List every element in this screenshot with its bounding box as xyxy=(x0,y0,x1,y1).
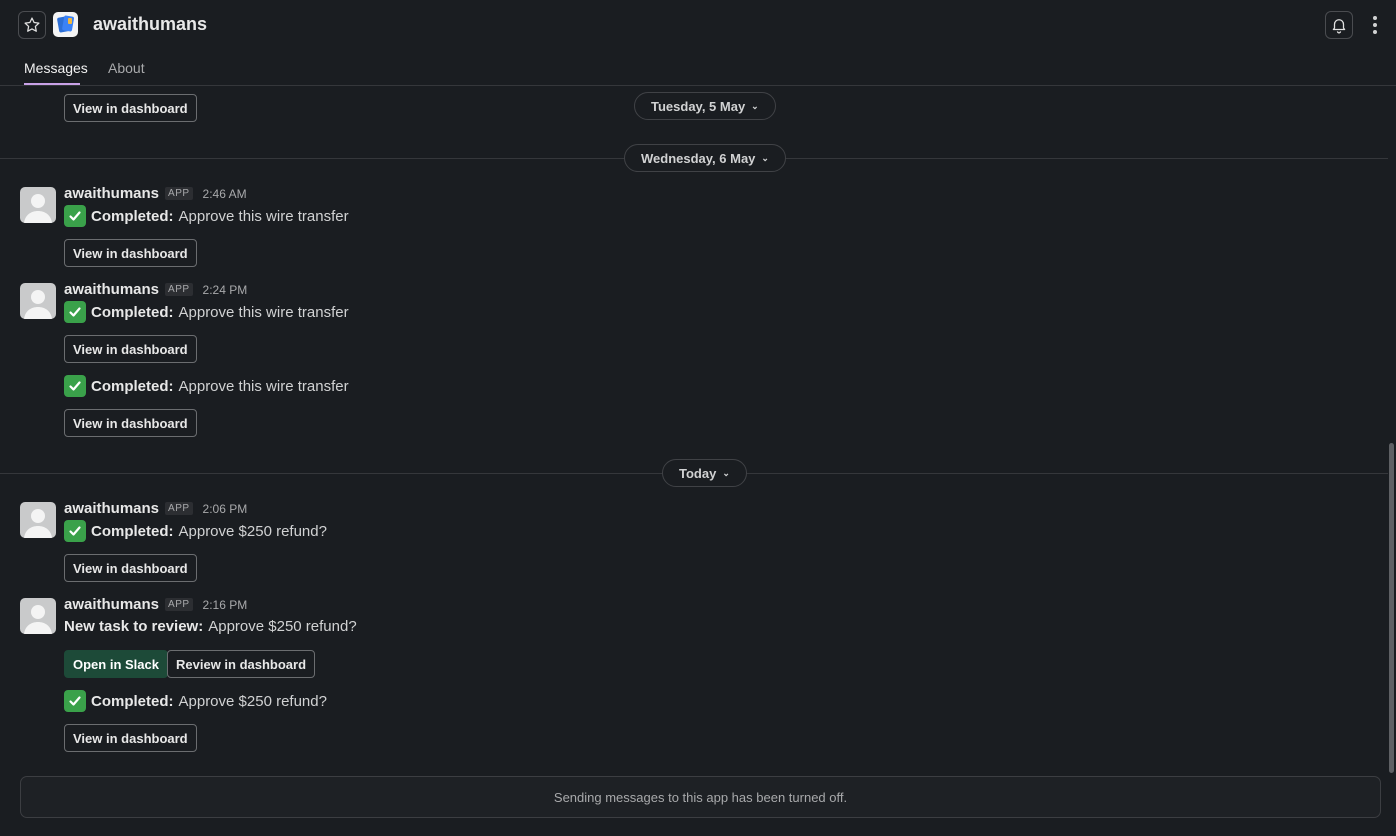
channel-header: awaithumans Messages About xyxy=(0,0,1396,86)
check-mark-icon xyxy=(64,301,86,323)
status-label: Completed: xyxy=(91,692,174,710)
app-logo xyxy=(53,12,78,37)
sender-name[interactable]: awaithumans xyxy=(64,281,159,298)
chevron-down-icon: ⌄ xyxy=(751,100,759,111)
bell-icon[interactable] xyxy=(1325,11,1353,39)
app-badge: APP xyxy=(165,598,193,611)
timestamp[interactable]: 2:46 AM xyxy=(203,187,247,201)
task-title: Approve this wire transfer xyxy=(178,303,349,321)
date-label: Tuesday, 5 May xyxy=(651,98,746,114)
message-header: awaithumans APP 2:06 PM xyxy=(64,500,247,517)
message-text: New task to review: Approve $250 refund? xyxy=(64,618,357,635)
task-title: Approve this wire transfer xyxy=(178,377,349,395)
app-badge: APP xyxy=(165,283,193,296)
check-mark-icon xyxy=(64,375,86,397)
view-dashboard-button[interactable]: View in dashboard xyxy=(64,409,197,437)
check-mark-icon xyxy=(64,520,86,542)
star-icon[interactable] xyxy=(18,11,46,39)
message-text: Completed: Approve this wire transfer xyxy=(64,375,349,397)
message-text: Completed: Approve $250 refund? xyxy=(64,520,327,542)
message-feed[interactable]: View in dashboard Tuesday, 5 May ⌄ Wednes… xyxy=(0,86,1388,776)
app-badge: APP xyxy=(165,502,193,515)
chevron-down-icon: ⌄ xyxy=(722,467,730,478)
tab-about[interactable]: About xyxy=(108,60,145,76)
date-label: Wednesday, 6 May xyxy=(641,150,756,166)
date-pill-tuesday[interactable]: Tuesday, 5 May ⌄ xyxy=(634,92,776,120)
app-name: awaithumans xyxy=(93,14,208,34)
timestamp[interactable]: 2:06 PM xyxy=(203,502,248,516)
status-label: Completed: xyxy=(91,303,174,321)
task-title: Approve $250 refund? xyxy=(208,618,357,635)
view-dashboard-button[interactable]: View in dashboard xyxy=(64,724,197,752)
status-label: Completed: xyxy=(91,207,174,225)
check-mark-icon xyxy=(64,690,86,712)
sender-name[interactable]: awaithumans xyxy=(64,500,159,517)
composer-disabled-notice: Sending messages to this app has been tu… xyxy=(20,776,1381,818)
view-dashboard-button[interactable]: View in dashboard xyxy=(64,239,197,267)
status-label: New task to review: xyxy=(64,618,204,635)
status-label: Completed: xyxy=(91,522,174,540)
review-dashboard-button[interactable]: Review in dashboard xyxy=(167,650,316,678)
timestamp[interactable]: 2:24 PM xyxy=(203,283,248,297)
scrollbar[interactable] xyxy=(1389,443,1394,773)
message-text: Completed: Approve this wire transfer xyxy=(64,205,349,227)
open-in-slack-button[interactable]: Open in Slack xyxy=(64,650,168,678)
sender-name[interactable]: awaithumans xyxy=(64,185,159,202)
avatar[interactable] xyxy=(20,502,56,538)
sender-name[interactable]: awaithumans xyxy=(64,596,159,613)
message-text: Completed: Approve $250 refund? xyxy=(64,690,327,712)
avatar[interactable] xyxy=(20,598,56,634)
view-dashboard-button[interactable]: View in dashboard xyxy=(64,94,197,122)
date-label: Today xyxy=(679,465,717,481)
message-header: awaithumans APP 2:24 PM xyxy=(64,281,247,298)
date-pill-wednesday[interactable]: Wednesday, 6 May ⌄ xyxy=(624,144,786,172)
tab-messages[interactable]: Messages xyxy=(24,60,88,76)
notice-text: Sending messages to this app has been tu… xyxy=(553,789,848,805)
view-dashboard-button[interactable]: View in dashboard xyxy=(64,335,197,363)
check-mark-icon xyxy=(64,205,86,227)
avatar[interactable] xyxy=(20,187,56,223)
task-title: Approve $250 refund? xyxy=(178,692,327,710)
active-tab-indicator xyxy=(24,83,80,85)
timestamp[interactable]: 2:16 PM xyxy=(203,598,248,612)
view-dashboard-button[interactable]: View in dashboard xyxy=(64,554,197,582)
status-label: Completed: xyxy=(91,377,174,395)
task-title: Approve this wire transfer xyxy=(178,207,349,225)
avatar[interactable] xyxy=(20,283,56,319)
message-header: awaithumans APP 2:16 PM xyxy=(64,596,247,613)
date-pill-today[interactable]: Today ⌄ xyxy=(662,459,747,487)
more-vertical-icon[interactable] xyxy=(1366,13,1384,37)
chevron-down-icon: ⌄ xyxy=(761,152,769,163)
message-text: Completed: Approve this wire transfer xyxy=(64,301,349,323)
app-badge: APP xyxy=(165,187,193,200)
task-title: Approve $250 refund? xyxy=(178,522,327,540)
message-header: awaithumans APP 2:46 AM xyxy=(64,185,247,202)
